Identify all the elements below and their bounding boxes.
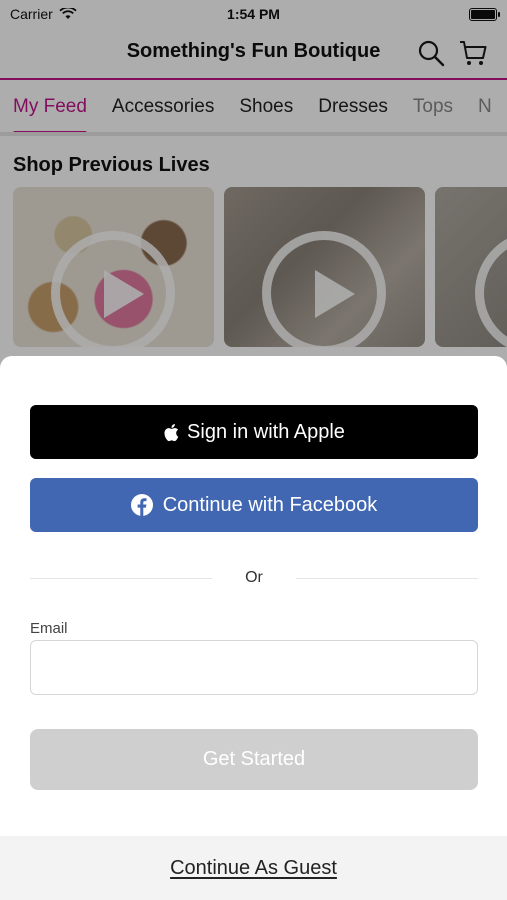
- email-label: Email: [30, 620, 68, 637]
- login-sheet: Sign in with Apple Continue with Faceboo…: [0, 356, 507, 900]
- get-started-label: Get Started: [202, 748, 306, 770]
- or-divider: Or: [30, 566, 478, 590]
- sign-in-apple-button[interactable]: Sign in with Apple: [30, 405, 478, 459]
- sign-in-apple-label: Sign in with Apple: [187, 420, 345, 443]
- get-started-button[interactable]: Get Started: [30, 729, 478, 790]
- cart-icon[interactable]: [459, 39, 487, 67]
- email-field[interactable]: [30, 640, 478, 695]
- header-icons: [417, 39, 487, 67]
- continue-as-guest-link[interactable]: Continue As Guest: [170, 857, 337, 880]
- divider-line: [296, 577, 478, 579]
- facebook-icon: [130, 494, 153, 516]
- continue-facebook-button[interactable]: Continue with Facebook: [30, 478, 478, 532]
- apple-icon: [164, 423, 179, 441]
- guest-bar: Continue As Guest: [0, 836, 507, 900]
- continue-facebook-label: Continue with Facebook: [162, 493, 378, 516]
- divider-line: [30, 577, 212, 579]
- or-label: Or: [245, 569, 263, 586]
- search-icon[interactable]: [417, 39, 445, 67]
